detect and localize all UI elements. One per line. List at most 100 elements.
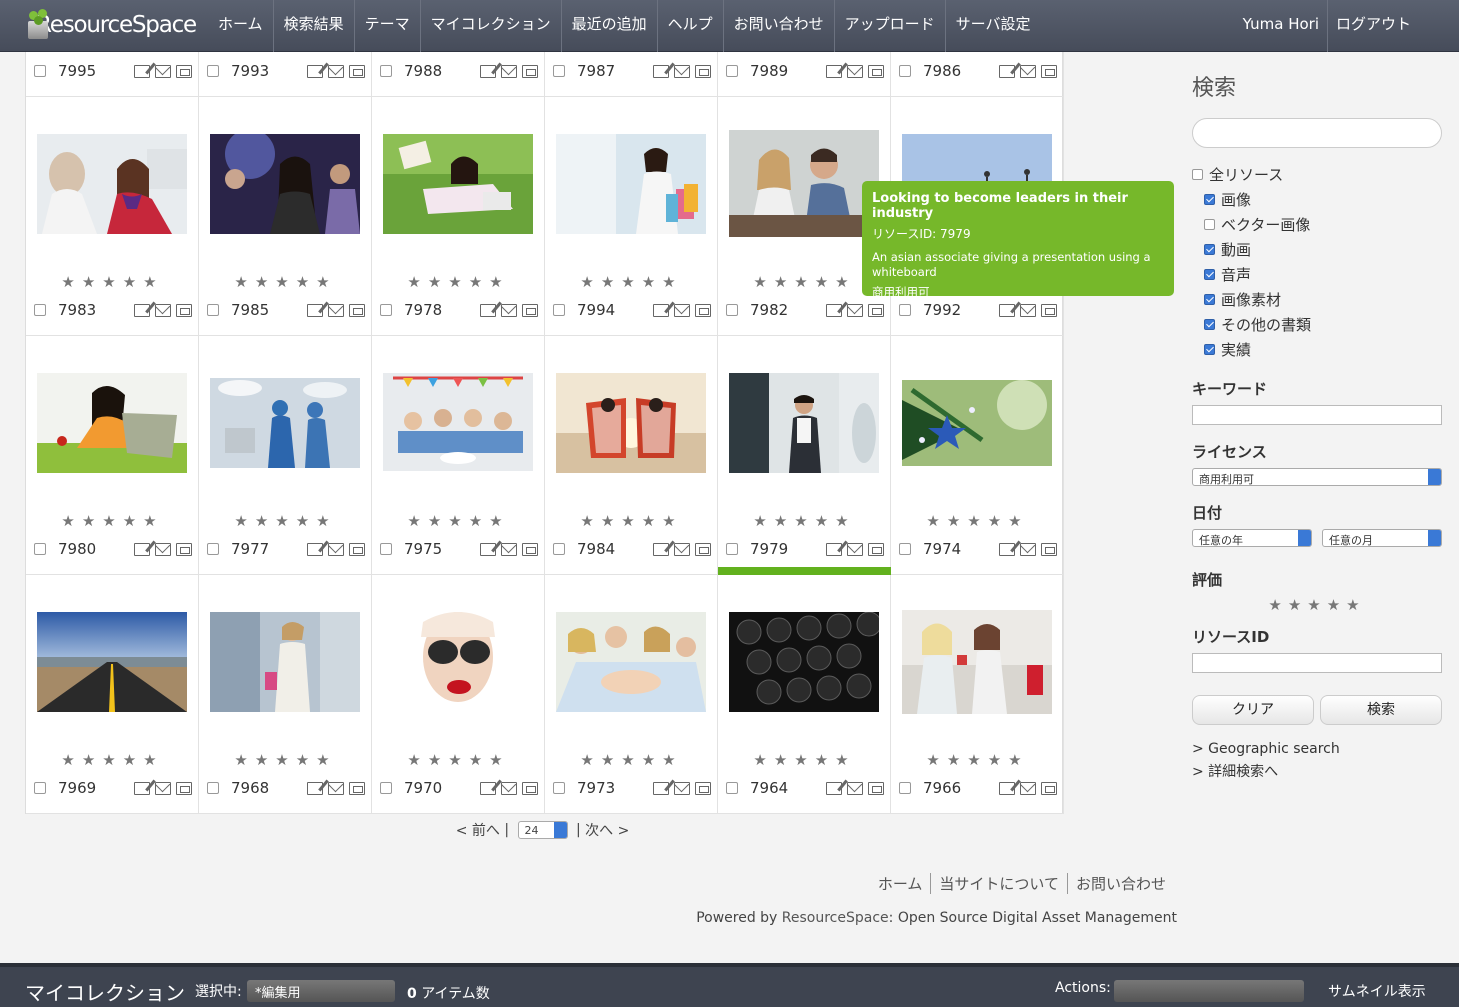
select-checkbox[interactable] (34, 304, 46, 316)
nav-help[interactable]: ヘルプ (658, 0, 724, 52)
month-select[interactable]: 任意の月 (1322, 529, 1442, 547)
actions-select[interactable] (1114, 980, 1304, 1002)
select-checkbox[interactable] (726, 543, 738, 555)
preview-icon[interactable] (522, 781, 538, 795)
email-icon[interactable] (501, 542, 517, 556)
edit-icon[interactable] (307, 781, 323, 795)
nav-my-collections[interactable]: マイコレクション (421, 0, 562, 52)
preview-icon[interactable] (695, 781, 711, 795)
select-checkbox[interactable] (34, 65, 46, 77)
email-icon[interactable] (328, 781, 344, 795)
email-icon[interactable] (1020, 303, 1036, 317)
type-image-checkbox[interactable]: 画像 (1204, 187, 1442, 212)
email-icon[interactable] (847, 542, 863, 556)
select-checkbox[interactable] (899, 304, 911, 316)
resourcespace-link[interactable]: ResourceSpace (782, 910, 889, 926)
resource-thumbnail[interactable] (210, 378, 360, 468)
footer-about-link[interactable]: 当サイトについて (931, 873, 1068, 894)
select-checkbox[interactable] (553, 304, 565, 316)
rating-stars[interactable]: ★★★★★ (26, 273, 199, 291)
thumbnail-view-link[interactable]: サムネイル表示 (1328, 981, 1426, 1001)
preview-icon[interactable] (176, 303, 192, 317)
email-icon[interactable] (1020, 781, 1036, 795)
email-icon[interactable] (1020, 542, 1036, 556)
rating-stars[interactable]: ★★★★★ (545, 751, 718, 769)
select-checkbox[interactable] (553, 65, 565, 77)
resource-thumbnail[interactable] (902, 380, 1052, 466)
email-icon[interactable] (674, 303, 690, 317)
year-select[interactable]: 任意の年 (1192, 529, 1312, 547)
edit-icon[interactable] (653, 542, 669, 556)
select-checkbox[interactable] (899, 543, 911, 555)
resource-thumbnail[interactable] (729, 130, 879, 237)
resource-thumbnail[interactable] (556, 134, 706, 234)
resource-id-input[interactable] (1192, 653, 1442, 673)
preview-icon[interactable] (176, 781, 192, 795)
rating-stars[interactable]: ★★★★★ (891, 751, 1064, 769)
edit-icon[interactable] (999, 303, 1015, 317)
preview-icon[interactable] (522, 303, 538, 317)
email-icon[interactable] (501, 64, 517, 78)
nav-home[interactable]: ホーム (208, 0, 274, 52)
resource-thumbnail[interactable] (729, 373, 879, 473)
checkbox-box[interactable] (1192, 169, 1203, 180)
all-resources-checkbox[interactable]: 全リソース (1192, 162, 1442, 187)
rating-stars[interactable]: ★★★★★ (199, 512, 372, 530)
edit-icon[interactable] (480, 64, 496, 78)
resource-thumbnail[interactable] (729, 612, 879, 712)
edit-icon[interactable] (826, 303, 842, 317)
edit-icon[interactable] (653, 64, 669, 78)
resource-thumbnail[interactable] (556, 612, 706, 712)
type-audio-checkbox[interactable]: 音声 (1204, 262, 1442, 287)
preview-icon[interactable] (1041, 542, 1057, 556)
edit-icon[interactable] (134, 64, 150, 78)
edit-icon[interactable] (653, 781, 669, 795)
email-icon[interactable] (155, 303, 171, 317)
select-checkbox[interactable] (34, 543, 46, 555)
preview-icon[interactable] (349, 781, 365, 795)
preview-icon[interactable] (868, 781, 884, 795)
edit-icon[interactable] (134, 542, 150, 556)
rating-stars[interactable]: ★★★★★ (545, 512, 718, 530)
edit-icon[interactable] (134, 781, 150, 795)
select-checkbox[interactable] (380, 65, 392, 77)
preview-icon[interactable] (868, 303, 884, 317)
checkbox-checked[interactable] (1204, 244, 1215, 255)
simple-search-input[interactable] (1192, 118, 1442, 148)
resource-thumbnail[interactable] (37, 134, 187, 234)
preview-icon[interactable] (1041, 303, 1057, 317)
edit-icon[interactable] (307, 64, 323, 78)
select-checkbox[interactable] (726, 782, 738, 794)
nav-search-results[interactable]: 検索結果 (274, 0, 355, 52)
email-icon[interactable] (1020, 64, 1036, 78)
checkbox-checked[interactable] (1204, 194, 1215, 205)
select-checkbox[interactable] (207, 65, 219, 77)
geographic-search-link[interactable]: > Geographic search (1192, 741, 1442, 757)
select-checkbox[interactable] (553, 543, 565, 555)
preview-icon[interactable] (868, 64, 884, 78)
email-icon[interactable] (674, 64, 690, 78)
email-icon[interactable] (674, 542, 690, 556)
select-checkbox[interactable] (726, 65, 738, 77)
select-checkbox[interactable] (380, 782, 392, 794)
preview-icon[interactable] (868, 542, 884, 556)
resource-thumbnail[interactable] (37, 612, 187, 712)
email-icon[interactable] (328, 303, 344, 317)
collection-bar-title[interactable]: マイコレクション (25, 977, 185, 1006)
checkbox-checked[interactable] (1204, 269, 1215, 280)
email-icon[interactable] (328, 542, 344, 556)
nav-upload[interactable]: アップロード (835, 0, 946, 52)
select-checkbox[interactable] (553, 782, 565, 794)
edit-icon[interactable] (480, 303, 496, 317)
preview-icon[interactable] (176, 64, 192, 78)
type-vector-checkbox[interactable]: ベクター画像 (1204, 212, 1442, 237)
nav-themes[interactable]: テーマ (355, 0, 421, 52)
rating-stars[interactable]: ★★★★★ (372, 273, 545, 291)
select-checkbox[interactable] (899, 65, 911, 77)
checkbox-checked[interactable] (1204, 344, 1215, 355)
rating-stars[interactable]: ★★★★★ (545, 273, 718, 291)
rating-stars[interactable]: ★★★★★ (718, 512, 891, 530)
next-page-link[interactable]: 次へ > (585, 820, 629, 840)
license-select[interactable]: 商用利用可 (1192, 468, 1442, 486)
preview-icon[interactable] (349, 303, 365, 317)
